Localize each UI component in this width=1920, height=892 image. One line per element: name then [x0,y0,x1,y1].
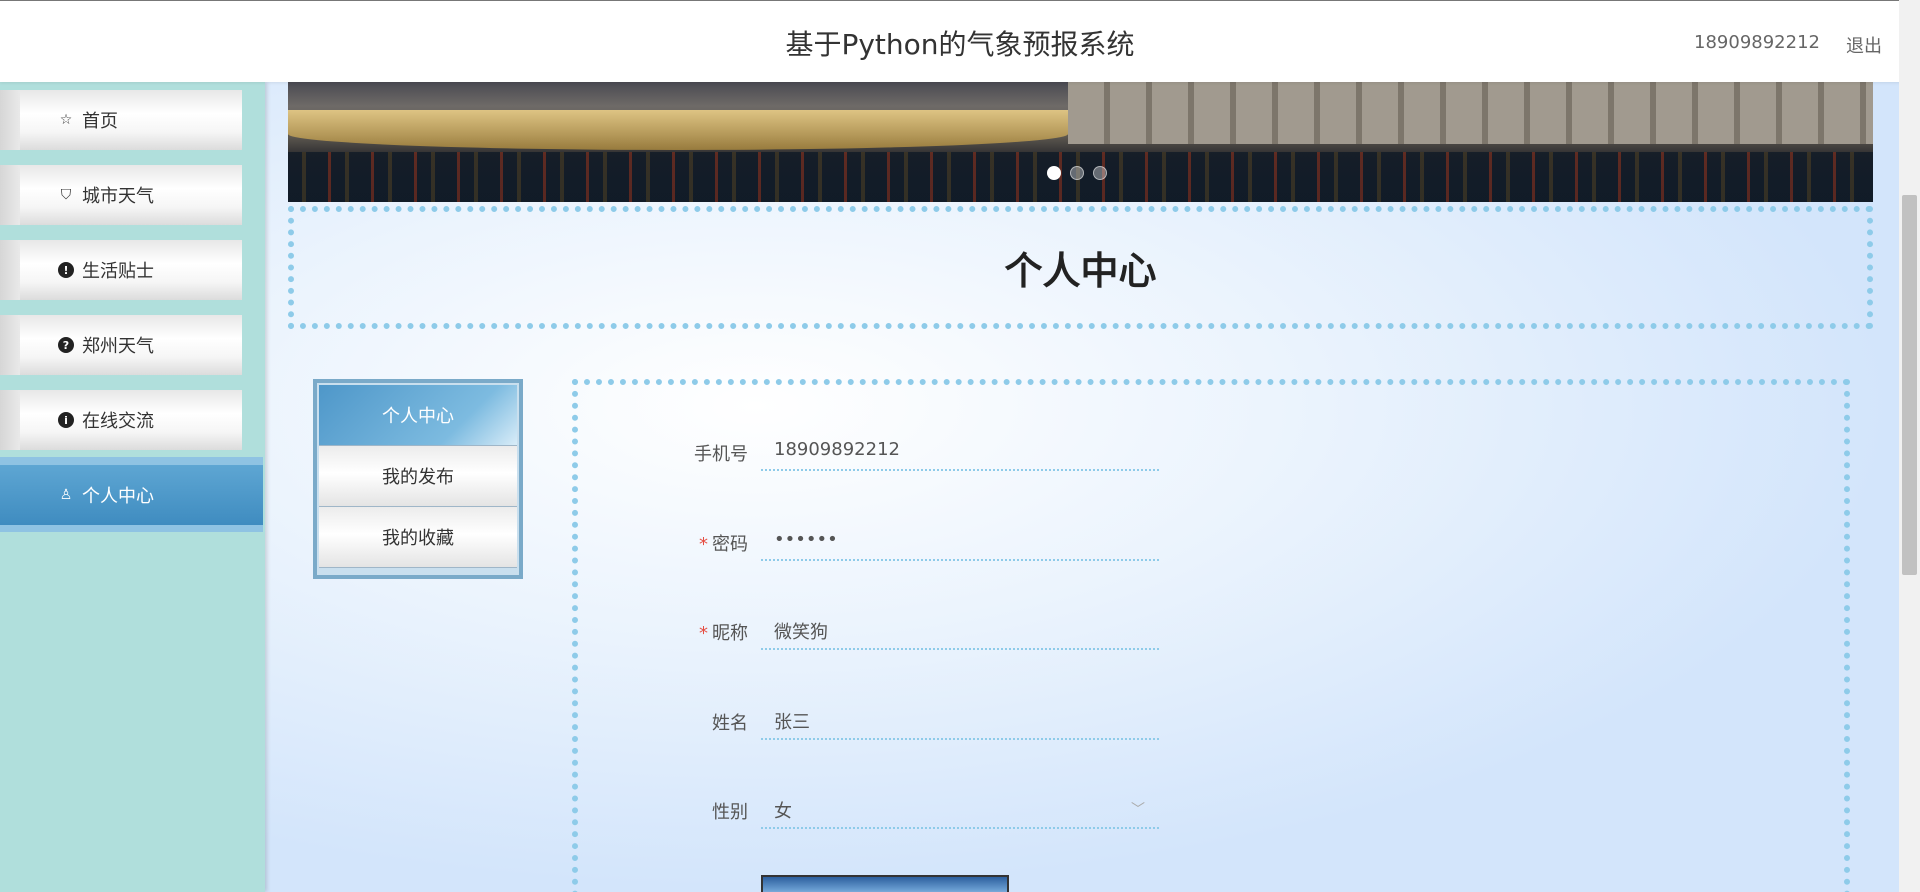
required-mark: * [699,534,708,555]
nickname-field[interactable]: 微笑狗 [761,606,1159,650]
scrollbar-thumb[interactable] [1902,195,1917,575]
form-row-gender: 性别 女 ﹀ [578,785,1848,841]
form-row-phone: 手机号 18909892212 [578,427,1848,483]
sidebar-item-label: 个人中心 [82,486,154,507]
name-label: 姓名 [712,713,748,734]
avatar-label: 头像 [628,888,748,892]
shopping-bag-icon: ⛉ [60,187,72,203]
sidebar-item-life-tips[interactable]: ! 生活贴士 [0,232,263,307]
chevron-down-icon: ﹀ [1131,802,1145,818]
required-mark: * [699,623,708,644]
name-field[interactable]: 张三 [761,696,1159,740]
submenu-my-posts[interactable]: 我的发布 [319,446,517,507]
password-field[interactable]: •••••• [761,517,1159,561]
carousel-dot[interactable] [1047,166,1061,180]
phone-field[interactable]: 18909892212 [761,427,1159,471]
submenu-my-favorites[interactable]: 我的收藏 [319,507,517,568]
carousel-dot[interactable] [1070,166,1084,180]
scrollbar-top [1899,0,1920,82]
password-label: * 密码 [699,534,748,555]
banner-image-buildings [1068,82,1873,144]
nickname-label: * 昵称 [699,623,748,644]
logout-link[interactable]: 退出 [1846,32,1882,58]
page-scrollbar[interactable] [1899,82,1920,892]
sidebar-item-label: 郑州天气 [82,336,154,357]
sidebar-item-home[interactable]: ☆ 首页 [0,82,263,157]
star-icon: ☆ [59,112,73,128]
sidebar-item-city-weather[interactable]: ⛉ 城市天气 [0,157,263,232]
sidebar-item-label: 城市天气 [82,186,154,207]
submenu-personal-center[interactable]: 个人中心 [319,385,517,446]
form-row-nickname: * 昵称 微笑狗 [578,606,1848,662]
page-title-box: 个人中心 [288,206,1873,329]
info-circle-icon: i [58,412,74,428]
avatar-image[interactable] [761,875,1009,892]
sidebar: ☆ 首页 ⛉ 城市天气 ! 生活贴士 ? 郑州天气 i 在线交流 ♙ 个人中心 [0,82,265,892]
top-header: 基于Python的气象预报系统 18909892212 退出 [0,0,1920,82]
question-circle-icon: ? [58,337,74,353]
form-row-avatar: 头像 [578,875,1848,892]
page-title: 个人中心 [1004,249,1157,293]
carousel-indicators [1047,166,1107,180]
sidebar-item-label: 在线交流 [82,411,154,432]
carousel-dot[interactable] [1093,166,1107,180]
sidebar-item-label: 首页 [82,111,118,132]
sidebar-item-personal-center[interactable]: ♙ 个人中心 [0,457,263,532]
profile-form: 手机号 18909892212 * 密码 •••••• * 昵称 微笑狗 姓名 张三… [572,379,1850,892]
sidebar-item-label: 生活贴士 [82,261,154,282]
gender-select[interactable]: 女 ﹀ [761,785,1159,829]
sidebar-item-online-chat[interactable]: i 在线交流 [0,382,263,457]
form-row-password: * 密码 •••••• [578,517,1848,573]
banner-image-bridge [288,110,1068,150]
personal-submenu: 个人中心 我的发布 我的收藏 [313,379,523,579]
exclamation-circle-icon: ! [58,262,74,278]
user-icon: ♙ [59,487,73,503]
current-user[interactable]: 18909892212 [1694,32,1820,53]
sidebar-item-zhengzhou-weather[interactable]: ? 郑州天气 [0,307,263,382]
gender-label: 性别 [712,802,748,823]
phone-label: 手机号 [694,444,748,465]
site-title: 基于Python的气象预报系统 [785,28,1135,61]
form-row-name: 姓名 张三 [578,696,1848,752]
banner-carousel[interactable] [288,82,1873,202]
gender-value: 女 [774,801,792,822]
